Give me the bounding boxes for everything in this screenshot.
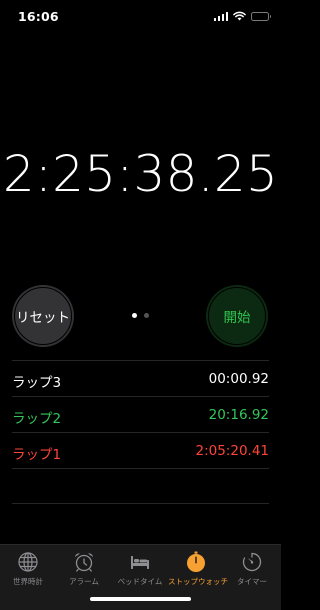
status-bar: 16:06 <box>0 0 281 34</box>
alarm-clock-icon <box>75 553 93 572</box>
tab-bedtime[interactable]: ベッドタイム <box>112 551 168 591</box>
tab-label: ストップウォッチ <box>168 577 228 586</box>
tab-stopwatch[interactable]: ストップウォッチ <box>168 551 228 591</box>
tab-label: ベッドタイム <box>117 577 163 586</box>
reset-button-label: リセット <box>16 310 70 326</box>
lap-time: 2:05:20.41 <box>195 443 269 459</box>
tab-alarm[interactable]: アラーム <box>56 551 112 591</box>
lap-label: ラップ2 <box>12 411 62 427</box>
tab-world-clock[interactable]: 世界時計 <box>0 551 56 591</box>
battery-icon <box>251 11 271 21</box>
wifi-icon <box>233 11 246 21</box>
lap-label: ラップ1 <box>12 447 62 463</box>
globe-icon <box>18 552 38 572</box>
cellular-signal-icon <box>213 11 228 21</box>
stopwatch-time-display: 2:25:38.25 <box>2 145 279 203</box>
empty-lap-row <box>12 468 269 504</box>
stopwatch-icon <box>187 551 205 572</box>
start-button-label: 開始 <box>223 310 251 326</box>
page-dot-1[interactable] <box>132 313 137 318</box>
tab-label: アラーム <box>69 577 99 586</box>
reset-button[interactable]: リセット <box>12 285 74 347</box>
tab-label: 世界時計 <box>13 577 43 586</box>
home-indicator[interactable] <box>90 597 191 601</box>
lap-list: ラップ3 00:00.92 ラップ2 20:16.92 ラップ1 2:05:20… <box>12 360 269 504</box>
lap-row: ラップ2 20:16.92 <box>12 396 269 432</box>
tab-timer[interactable]: タイマー <box>224 551 280 591</box>
tab-label: タイマー <box>237 577 267 586</box>
page-indicator[interactable] <box>132 313 149 318</box>
status-icons <box>213 11 271 21</box>
lap-row: ラップ1 2:05:20.41 <box>12 432 269 468</box>
lap-time: 00:00.92 <box>208 371 269 387</box>
lap-time: 20:16.92 <box>208 407 269 423</box>
lap-row: ラップ3 00:00.92 <box>12 360 269 396</box>
status-time: 16:06 <box>18 9 59 24</box>
start-button[interactable]: 開始 <box>206 285 268 347</box>
bed-icon <box>131 556 149 569</box>
lap-label: ラップ3 <box>12 375 62 391</box>
page-dot-2[interactable] <box>144 313 149 318</box>
timer-icon <box>242 552 262 572</box>
